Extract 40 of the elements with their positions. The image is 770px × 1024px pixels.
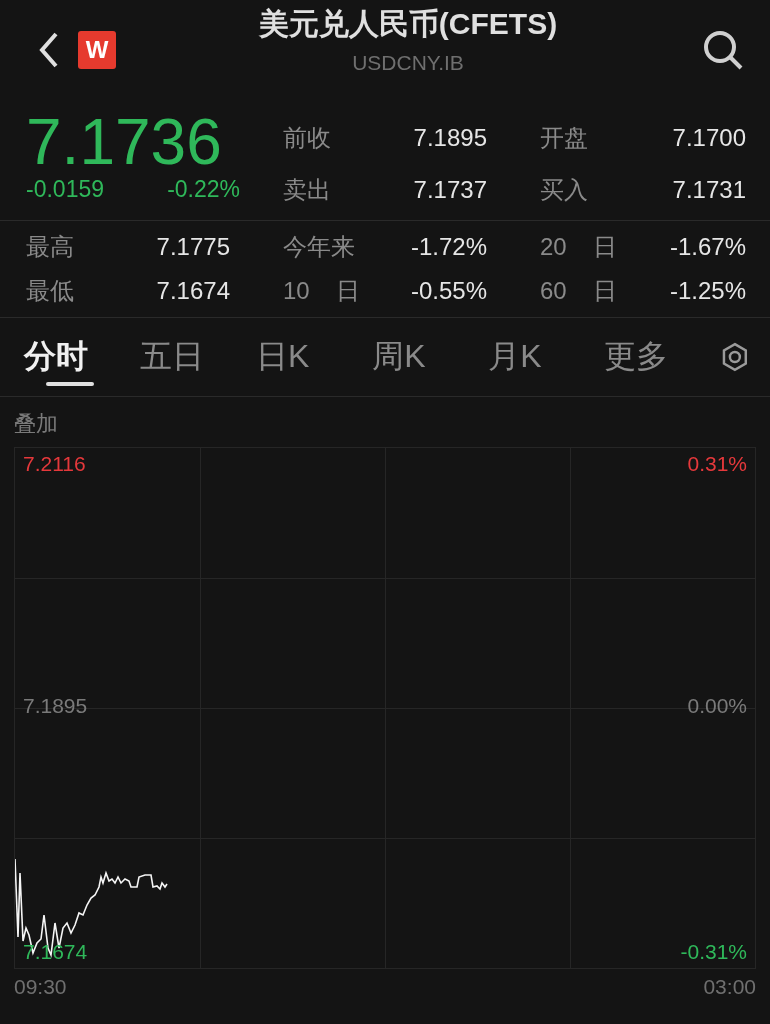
field-value: 7.1700 (671, 124, 746, 152)
chart-tab[interactable]: 五日 (140, 318, 257, 396)
percent-change: -0.22% (167, 176, 240, 203)
stat-value: -1.25% (668, 277, 746, 305)
stat-value: -1.67% (668, 233, 746, 261)
stat-value: -0.55% (409, 277, 487, 305)
chart-tab[interactable]: 更多 (604, 318, 721, 396)
field-value: 7.1737 (412, 176, 487, 204)
stat-label: 今年来 (283, 232, 356, 262)
stat-label: 最低 (26, 276, 75, 306)
time-label: 03:00 (703, 975, 756, 999)
stat-value: 7.1674 (155, 277, 230, 305)
current-price: 7.1736 (26, 108, 223, 176)
time-label: 09:30 (14, 975, 67, 999)
field-value: 7.1731 (671, 176, 746, 204)
chart-tab[interactable]: 日K (256, 318, 373, 396)
chart-tab[interactable]: 月K (488, 318, 605, 396)
app-logo: W (78, 31, 116, 69)
percent-axis-label: 0.00% (687, 694, 747, 718)
chart-tab[interactable]: 周K (372, 318, 489, 396)
field-label: 卖出 (283, 175, 332, 205)
stat-label: 60 日 (540, 276, 619, 306)
percent-axis-label: 0.31% (687, 452, 747, 476)
price-axis-label: 7.2116 (23, 452, 86, 476)
price-change: -0.0159 (26, 176, 104, 203)
stat-label: 10 日 (283, 276, 362, 306)
field-value: 7.1895 (412, 124, 487, 152)
chart-tab[interactable]: 分时 (24, 318, 141, 396)
symbol-code: USDCNY.IB (352, 50, 464, 75)
stat-value: -1.72% (409, 233, 487, 261)
stat-value: 7.1775 (155, 233, 230, 261)
field-label: 开盘 (540, 123, 589, 153)
price-axis-label: 7.1895 (23, 694, 88, 718)
stat-label: 最高 (26, 232, 75, 262)
field-label: 买入 (540, 175, 589, 205)
field-label: 前收 (283, 123, 332, 153)
overlay-label[interactable]: 叠加 (0, 397, 770, 447)
page-title: 美元兑人民币(CFETS) (258, 5, 558, 42)
percent-axis-label: -0.31% (680, 940, 747, 964)
stat-label: 20 日 (540, 232, 619, 262)
